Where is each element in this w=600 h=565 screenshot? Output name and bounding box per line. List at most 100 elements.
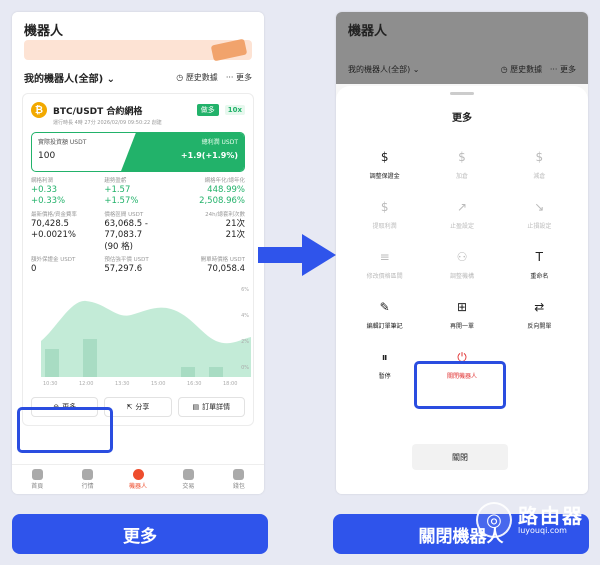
robot-filter-label: 我的機器人(全部) [24, 74, 104, 85]
sheet-grabber[interactable] [450, 92, 474, 95]
tab-robot[interactable]: 機器人 [113, 465, 163, 494]
stats-grid: 網格利潤 +0.33 +0.33% 趨勢盈虧 +1.57 +1.57% 網格年化/總年化 44… [31, 178, 245, 275]
action-label: 再開一單 [449, 323, 474, 330]
stat-label: 最新價格/資金費率 [31, 211, 77, 218]
home-icon [31, 469, 43, 480]
stat-item: 24h/總套利次數 21次 21次 [178, 212, 245, 253]
action-label: 止損設定 [527, 223, 552, 230]
shield-dollar-icon: $ [380, 150, 389, 164]
profit-value: +1.9(+1.9%) [180, 151, 238, 160]
wallet-icon [233, 469, 245, 480]
chart-bar [45, 349, 59, 378]
action-label: 反向開單 [527, 323, 552, 330]
tab-trade[interactable]: 交易 [163, 465, 213, 494]
router-logo-icon: ◎ [476, 502, 512, 538]
investment-profit-panel: 實際投資額 USDT 100 總利潤 USDT +1.9(+1.9%) [31, 132, 245, 172]
y-tick: 2% [241, 339, 249, 345]
coin-minus-icon: $ [535, 150, 544, 164]
chart-bar [83, 339, 97, 378]
history-dimmed: ◷ 歷史數據 [501, 65, 543, 74]
action-rename[interactable]: T 重命名 [501, 248, 578, 280]
stat-value: 70,058.4 [207, 263, 245, 274]
stat-value-secondary: +0.0021% [31, 230, 76, 241]
close-sheet-button[interactable]: 關閉 [412, 444, 508, 470]
stat-value: 448.99% [207, 184, 245, 195]
tab-wallet[interactable]: 錢包 [214, 465, 264, 494]
x-tick: 13:30 [115, 381, 129, 387]
header-more-label: 更多 [236, 73, 252, 82]
trade-icon [182, 469, 194, 480]
robot-filter-dropdown[interactable]: 我的機器人(全部) ⌄ [24, 70, 115, 85]
more-button-highlight [17, 407, 113, 453]
action-label: 提取利潤 [372, 223, 397, 230]
invest-value: 100 [38, 151, 56, 161]
action-pause[interactable]: ⏸ 暫停 [346, 348, 423, 381]
y-tick: 0% [241, 365, 249, 371]
stat-item: 網格年化/總年化 448.99% 2,508.96% [178, 178, 245, 208]
x-tick: 18:00 [223, 381, 237, 387]
document-icon: ▤ [192, 403, 200, 412]
robot-filter-dimmed: 我的機器人(全部) ⌄ [348, 64, 420, 75]
phone-screen-more-sheet: 機器人 我的機器人(全部) ⌄ ◷ 歷史數據 ··· 更多 更多 $ 調整保證金 $… [336, 12, 588, 494]
tab-trade-label: 交易 [182, 483, 195, 490]
arrow-right-icon [258, 234, 336, 276]
action-sliders: ≡ 修改價格區間 [346, 248, 423, 280]
history-dimmed-label: 歷史數據 [510, 65, 543, 74]
page-title: 機器人 [24, 24, 64, 39]
action-grid: $ 調整保證金 $ 加倉 $ 減倉 $ 提取利潤 ↗ 止盈設定 ↘ 止損設定 ≡ 修改價格區間 ⚇ 調整機構 T… [336, 148, 588, 380]
more-bottom-sheet: 更多 $ 調整保證金 $ 加倉 $ 減倉 $ 提取利潤 ↗ 止盈設定 ↘ 止損設定 ≡ 修改價格區間 ⚇ 調整… [336, 86, 588, 494]
action-stop-loss: ↘ 止損設定 [501, 198, 578, 230]
stat-value: 70,428.5 [31, 218, 69, 229]
tab-home[interactable]: 首頁 [12, 465, 62, 494]
stat-item: 網格利潤 +0.33 +0.33% [31, 178, 98, 208]
tab-home-label: 首頁 [31, 483, 44, 490]
stat-item: 價格區間 USDT 63,068.5 - 77,083.7 (90 格) [104, 212, 171, 253]
y-tick: 6% [241, 287, 249, 293]
more-dimmed-label: 更多 [560, 65, 576, 74]
stop-loss-icon: ↘ [534, 200, 545, 214]
tab-market[interactable]: 行情 [62, 465, 112, 494]
bitcoin-icon: ₿ [31, 102, 47, 118]
action-reverse[interactable]: ⇄ 反向開單 [501, 298, 578, 330]
clock-icon: ◷ [500, 65, 508, 74]
invest-label: 實際投資額 USDT [38, 139, 87, 146]
tab-wallet-label: 錢包 [232, 483, 245, 490]
watermark-url: luyouqi.com [518, 525, 567, 535]
stat-label: 網格年化/總年化 [204, 178, 245, 184]
share-button-label: 分享 [135, 403, 150, 412]
action-pen[interactable]: ✎ 編輯訂單筆記 [346, 298, 423, 330]
robot-icon [132, 469, 144, 480]
share-button[interactable]: ⇱ 分享 [104, 397, 172, 418]
history-link[interactable]: ◷ 歷史數據 [176, 72, 218, 83]
profit-chart-svg: 6% 4% 2% 0% 10:30 12:00 13:30 15:00 16:3… [41, 287, 251, 387]
stat-label: 網格利潤 [31, 178, 54, 184]
dimmed-header: 機器人 我的機器人(全部) ⌄ ◷ 歷史數據 ··· 更多 [336, 12, 588, 84]
action-label: 調整保證金 [369, 173, 400, 180]
stat-item: 額外保證金 USDT 0 [31, 257, 98, 275]
stat-value: 21次 [225, 218, 245, 229]
side-badge: 做多 [196, 104, 219, 116]
stat-label: 開單時價格 USDT [200, 257, 245, 264]
stat-item: 趨勢盈虧 +1.57 +1.57% [104, 178, 171, 208]
sliders-icon: ≡ [379, 250, 390, 264]
action-reopen[interactable]: ⊞ 再開一單 [423, 298, 500, 330]
action-label: 暫停 [378, 373, 391, 380]
users-icon: ⚇ [456, 250, 468, 264]
stat-label: 價格區間 USDT [104, 211, 144, 218]
chart-area-fill [41, 301, 251, 378]
stat-value: 57,297.6 [104, 263, 143, 274]
action-label: 加倉 [455, 173, 468, 180]
stat-label: 24h/總套利次數 [205, 211, 245, 218]
reverse-icon: ⇄ [534, 300, 545, 314]
stat-value-secondary: 21次 [225, 230, 245, 241]
action-label: 減倉 [533, 173, 546, 180]
tab-robot-label: 機器人 [129, 483, 148, 490]
order-detail-button[interactable]: ▤ 訂單詳情 [177, 397, 245, 418]
action-shield-dollar[interactable]: $ 調整保證金 [346, 148, 423, 180]
action-label: 編輯訂單筆記 [366, 323, 403, 330]
ellipsis-icon: ··· [549, 65, 558, 74]
robot-card[interactable]: ₿ BTC/USDT 合約網格 做多 10x 運行時長 4時 27分 2026/… [22, 93, 254, 427]
profit-chart: 6% 4% 2% 0% 10:30 12:00 13:30 15:00 16:3… [31, 279, 251, 389]
pair-title: BTC/USDT 合約網格 [53, 106, 143, 117]
header-more-link[interactable]: ··· 更多 [226, 72, 252, 83]
